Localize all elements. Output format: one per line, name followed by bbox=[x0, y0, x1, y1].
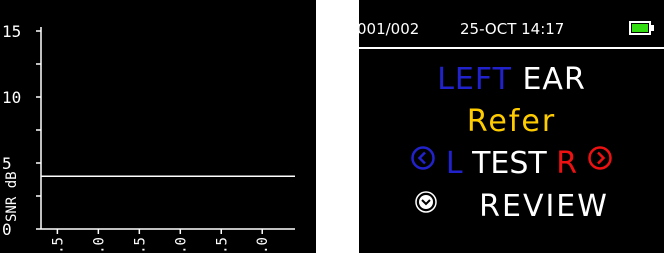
x-tick-label: 3.0 bbox=[173, 237, 189, 253]
record-counter: 001/002 bbox=[359, 20, 420, 38]
test-right-ear[interactable]: R bbox=[556, 146, 577, 181]
y-tick-label: 15 bbox=[2, 22, 21, 41]
result-text: Refer bbox=[466, 104, 557, 139]
test-label: TEST bbox=[472, 146, 547, 181]
date-time: 25-OCT 14:17 bbox=[460, 20, 565, 38]
y-tick-label: 10 bbox=[2, 88, 21, 107]
status-divider bbox=[359, 47, 664, 49]
snr-graph-panel: 0 5 10 15 SNR dB 1.5 2.0 2.5 3.0 3.5 4.0 bbox=[0, 0, 316, 253]
x-tick-label: 2.0 bbox=[91, 237, 107, 253]
battery-tip bbox=[651, 25, 654, 31]
x-tick-label: 3.5 bbox=[214, 237, 230, 253]
snr-chart: 051015SNR dB1.5 2.0 2.5 3.0 3.5 4.0 bbox=[2, 22, 295, 253]
chevron-right-circle-icon[interactable] bbox=[587, 144, 613, 179]
status-bar: 001/002 25-OCT 14:17 bbox=[359, 0, 664, 50]
device-screen: 001/002 25-OCT 14:17 LEFT EAR Refer L TE… bbox=[359, 0, 664, 253]
battery-level bbox=[632, 24, 648, 32]
chevron-down-circle-icon[interactable] bbox=[414, 187, 438, 222]
review-label[interactable]: REVIEW bbox=[479, 189, 609, 224]
battery-icon bbox=[629, 21, 651, 35]
ear-word: EAR bbox=[522, 62, 586, 97]
chevron-left-circle-icon[interactable] bbox=[410, 144, 436, 179]
x-tick-label: 1.5 bbox=[50, 237, 66, 253]
ear-side: LEFT bbox=[437, 62, 512, 97]
test-left-ear[interactable]: L bbox=[446, 146, 463, 181]
ear-label: LEFT EAR bbox=[359, 62, 664, 97]
y-tick-label: 5 bbox=[2, 154, 12, 173]
x-tick-label: 2.5 bbox=[132, 237, 148, 253]
result-label: Refer bbox=[359, 104, 664, 139]
review-row[interactable]: REVIEW bbox=[359, 189, 664, 225]
y-axis-label: SNR dB bbox=[4, 171, 20, 222]
x-tick-label: 4.0 bbox=[255, 237, 271, 253]
test-row: L TEST R bbox=[359, 146, 664, 182]
